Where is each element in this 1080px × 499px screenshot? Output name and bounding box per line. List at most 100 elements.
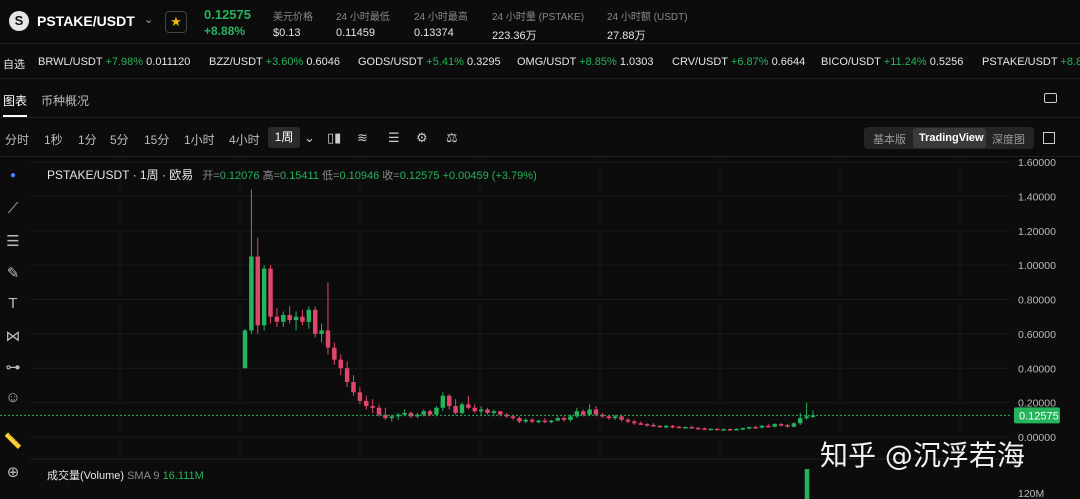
candle-body (581, 411, 586, 415)
fullscreen-icon[interactable] (1043, 132, 1055, 144)
candle-body (389, 416, 395, 419)
volume-axis-tick: 120M (1018, 488, 1044, 499)
candle-body (772, 424, 777, 427)
window-icon[interactable] (1044, 93, 1057, 103)
stat-usd-price: 美元价格 $0.13 (273, 12, 313, 39)
price-axis-tick: 0.60000 (1018, 329, 1056, 341)
candle-body (708, 428, 714, 431)
price-axis-tick: 0.40000 (1018, 363, 1056, 375)
token-logo-icon: S (9, 11, 29, 31)
candle-body (287, 314, 292, 321)
candle-body (568, 416, 573, 420)
pair-selector[interactable]: PSTAKE/USDT (37, 13, 135, 29)
timeframe-option[interactable]: 1秒 (44, 131, 63, 148)
view-tradingview[interactable]: TradingView (919, 132, 984, 144)
candle-body (485, 409, 490, 413)
volume-bar (804, 469, 810, 499)
candle-body (268, 268, 273, 317)
watermark-text: 知乎 @沉浮若海 (820, 439, 1025, 472)
candle-body (657, 425, 663, 428)
candle-body (746, 427, 752, 429)
candle-body (325, 330, 331, 348)
candle-body (293, 316, 299, 321)
favorite-star-icon[interactable]: ★ (165, 11, 187, 33)
candle-body (242, 330, 248, 369)
candle-body (785, 424, 790, 427)
indicators-icon[interactable]: ≋ (357, 130, 368, 146)
candle-body (434, 407, 439, 415)
candle-body (619, 416, 624, 420)
ticker-item[interactable]: PSTAKE/USDT +8.88 (982, 56, 1080, 68)
timeframe-option[interactable]: 1小时 (184, 131, 215, 148)
candle-body (670, 425, 675, 428)
candle-body (683, 427, 688, 429)
candle-body (427, 411, 433, 415)
ticker-item[interactable]: BRWL/USDT +7.98% 0.011120 (38, 56, 190, 68)
tab-active-underline (3, 115, 27, 117)
layout-icon[interactable]: ☰ (388, 130, 400, 146)
candle-body (510, 416, 516, 419)
candle-body (695, 427, 701, 430)
tab-chart[interactable]: 图表 (3, 92, 27, 109)
chevron-down-icon[interactable]: ⌄ (144, 13, 153, 26)
candle-body (606, 416, 612, 419)
settings-gear-icon[interactable]: ⚙ (416, 130, 428, 146)
candle-body (727, 429, 733, 431)
candle-body (312, 309, 318, 334)
candle-body (364, 400, 369, 407)
price-axis-tick: 1.20000 (1018, 226, 1056, 238)
stat-24h-volume: 24 小时量 (PSTAKE) 223.36万 (492, 12, 585, 42)
timeframe-option[interactable]: 5分 (110, 131, 129, 148)
candle-body (249, 256, 254, 331)
ticker-item[interactable]: GODS/USDT +5.41% 0.3295 (358, 56, 501, 68)
candle-body (753, 427, 758, 429)
favorites-label[interactable]: 自选 (3, 56, 25, 72)
view-basic[interactable]: 基本版 (873, 131, 906, 147)
candle-body (300, 316, 305, 322)
ticker-item[interactable]: BZZ/USDT +3.60% 0.6046 (209, 56, 340, 68)
candle-body (689, 427, 694, 429)
price-axis-tick: 1.60000 (1018, 157, 1056, 169)
chevron-down-icon[interactable]: ⌄ (304, 130, 315, 146)
chart-legend: PSTAKE/USDT · 1周 · 欧易 开=0.12076 高=0.1541… (47, 168, 537, 182)
candle-body (536, 420, 541, 423)
timeframe-option[interactable]: 4小时 (229, 131, 260, 148)
timeframe-option[interactable]: 15分 (144, 131, 169, 148)
ticker-item[interactable]: OMG/USDT +8.85% 1.0303 (517, 56, 653, 68)
candle-body (472, 407, 477, 412)
compare-scale-icon[interactable]: ⚖ (446, 130, 458, 146)
candles (242, 189, 816, 431)
tab-overview[interactable]: 币种概况 (41, 92, 89, 109)
candle-body (338, 359, 343, 369)
price-axis-tick: 0.80000 (1018, 295, 1056, 307)
candle-body (702, 428, 707, 430)
candle-body (798, 418, 803, 424)
timeframe-active[interactable]: 1周 (268, 127, 300, 148)
ticker-item[interactable]: BICO/USDT +11.24% 0.5256 (821, 56, 963, 68)
legend-high: 0.15411 (280, 170, 319, 182)
timeframe-option[interactable]: 分时 (5, 131, 29, 148)
legend-change: +0.00459 (+3.79%) (442, 170, 537, 182)
candle-body (402, 412, 407, 415)
candle-body (759, 425, 765, 428)
stat-24h-high: 24 小时最高 0.13374 (414, 12, 468, 39)
candle-body (587, 409, 592, 415)
timeframe-option[interactable]: 1分 (78, 131, 97, 148)
price-axis-tick: 1.00000 (1018, 260, 1056, 272)
candle-body (523, 419, 529, 422)
candle-type-icon[interactable]: ▯▮ (327, 130, 341, 146)
candle-body (651, 424, 656, 427)
last-price: 0.12575 (204, 7, 251, 22)
chart-grid (30, 157, 1010, 460)
candle-body (766, 425, 771, 428)
candle-body (261, 268, 267, 326)
candle-body (791, 423, 797, 427)
candle-body (561, 418, 567, 420)
candle-body (453, 406, 458, 413)
candle-body (517, 418, 522, 422)
current-price-label: 0.12575 (1019, 410, 1059, 422)
candle-body (255, 256, 260, 326)
candle-body (625, 419, 631, 422)
ticker-item[interactable]: CRV/USDT +6.87% 0.6644 (672, 56, 805, 68)
view-depth[interactable]: 深度图 (992, 131, 1025, 147)
